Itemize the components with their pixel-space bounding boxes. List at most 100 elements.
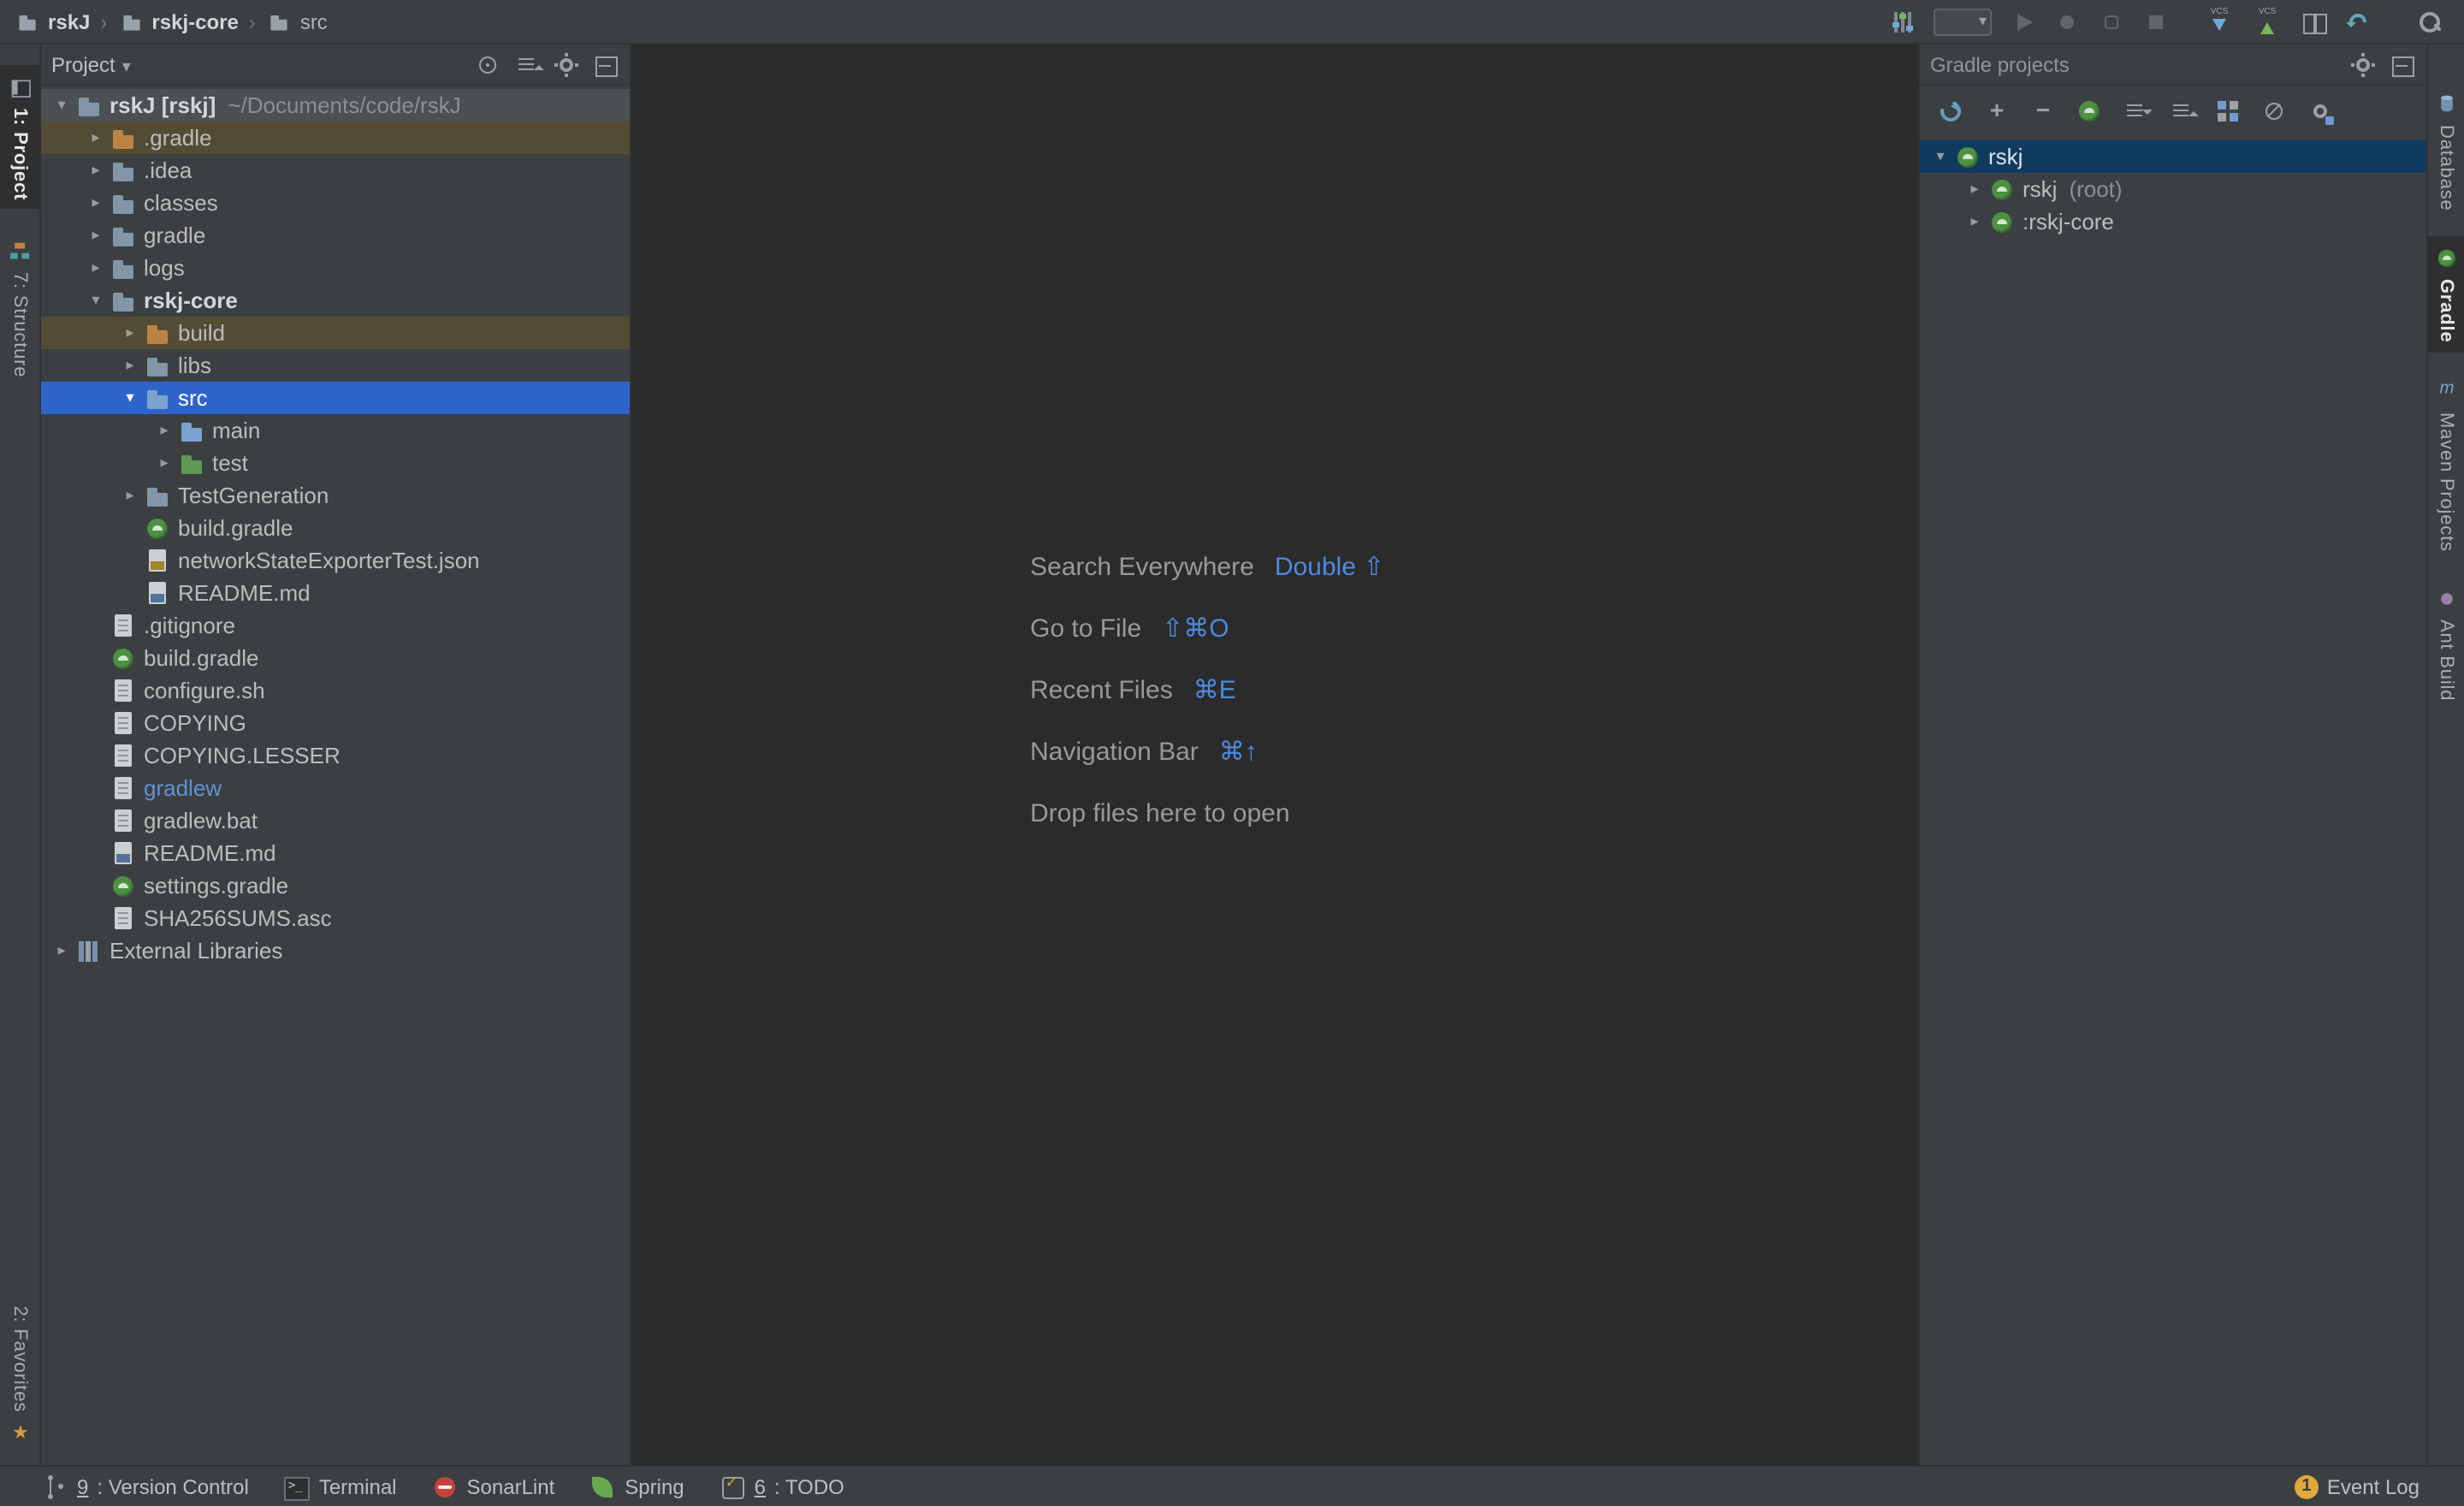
tree-item-label: libs [178,353,211,378]
add-icon[interactable] [1983,98,2011,125]
tree-expand-arrow-icon[interactable]: ▸ [1961,180,1988,199]
tree-row[interactable]: gradlew.bat [41,804,630,837]
run-config-dropdown[interactable] [1934,8,1992,35]
run-gradle-task-icon[interactable] [2076,98,2103,125]
gradle-settings-icon[interactable] [2307,98,2334,125]
tree-expand-arrow-icon[interactable]: ▸ [82,258,110,277]
tree-row[interactable]: ▸.idea [41,154,630,187]
tree-expand-arrow-icon[interactable]: ▸ [82,193,110,212]
project-toolwindow: Project ▾rskJ [rskj]~/Documents/code/rsk… [41,44,631,1465]
revert-icon[interactable] [2344,8,2372,35]
status-bar: 9: Version Control Terminal SonarLint Sprin… [0,1465,2464,1506]
tree-row[interactable]: networkStateExporterTest.json [41,544,630,577]
toolwindow-tab-favorites[interactable]: 2: Favorites [0,1296,39,1455]
tree-row[interactable]: README.md [41,837,630,869]
toolwindow-tab-maven-projects[interactable]: Maven Projects [2428,369,2464,560]
gear-icon[interactable] [2349,50,2377,78]
toolwindow-tab-label: Ant Build [2436,620,2456,701]
coverage-icon[interactable] [2098,8,2125,35]
tree-row[interactable]: ▸ libs [41,349,630,382]
hide-panel-icon[interactable] [592,50,619,78]
toolwindow-tab-gradle[interactable]: Gradle [2428,237,2464,353]
tree-row[interactable]: ▾rskj [1920,140,2426,173]
tree-item-label: build [178,320,225,346]
editor-shortcut-hints: Search EverywhereDouble ⇧Go to File⇧⌘ORe… [1030,551,1384,859]
gear-icon[interactable] [553,50,580,78]
tree-row[interactable]: ▸rskj(root) [1920,173,2426,205]
editor-area[interactable]: Search EverywhereDouble ⇧Go to File⇧⌘ORe… [631,44,1918,1465]
tree-expand-arrow-icon[interactable]: ▸ [1961,212,1988,231]
tree-row[interactable]: gradlew [41,772,630,804]
tree-row[interactable]: ▸logs [41,252,630,284]
search-icon[interactable] [2416,8,2443,35]
tree-expand-arrow-icon[interactable]: ▸ [116,323,144,342]
tree-row[interactable]: ▸test [41,447,630,479]
expand-all-icon[interactable] [2122,98,2149,125]
collapse-all-icon[interactable] [513,50,541,78]
tree-row[interactable]: ▸main [41,414,630,447]
tree-expand-arrow-icon[interactable]: ▾ [48,96,75,115]
tree-row[interactable]: ▸ build [41,317,630,349]
attach-icon[interactable] [2053,8,2081,35]
tree-expand-arrow-icon[interactable]: ▸ [116,356,144,375]
changes-icon[interactable] [2300,8,2327,35]
remove-icon[interactable] [2029,98,2057,125]
breadcrumb-item[interactable]: rskj-core [117,8,238,35]
tree-expand-arrow-icon[interactable]: ▾ [1927,147,1954,166]
tree-row[interactable]: .gitignore [41,609,630,642]
tree-expand-arrow-icon[interactable]: ▸ [82,226,110,245]
tree-expand-arrow-icon[interactable]: ▸ [82,128,110,147]
breadcrumb-item[interactable]: rskJ [14,8,90,35]
tree-row[interactable]: COPYING.LESSER [41,739,630,772]
toolwindow-tab-project[interactable]: 1: Project [0,65,39,209]
tree-row[interactable]: COPYING [41,707,630,739]
dependencies-icon[interactable] [2214,98,2242,125]
tree-row[interactable]: settings.gradle [41,869,630,902]
status-bar-item[interactable]: SonarLint [431,1473,555,1500]
toolwindow-tab-structure[interactable]: 7: Structure [0,229,39,386]
tree-row[interactable]: ▸gradle [41,219,630,252]
tree-expand-arrow-icon[interactable]: ▾ [116,388,144,407]
tree-row[interactable]: README.md [41,577,630,609]
run-icon[interactable] [2009,8,2036,35]
tree-expand-arrow-icon[interactable]: ▸ [48,941,75,960]
collapse-all-icon[interactable] [2168,98,2195,125]
status-bar-item[interactable]: 9: Version Control [41,1473,249,1500]
tree-row[interactable]: ▾rskJ [rskj]~/Documents/code/rskJ [41,89,630,122]
tree-row[interactable]: build.gradle [41,512,630,544]
toolwindow-tab-database[interactable]: Database [2428,82,2464,220]
folder-module [110,287,137,314]
tree-expand-arrow-icon[interactable]: ▸ [151,421,178,440]
vcs-update-icon[interactable] [2204,8,2235,35]
toolwindow-tab-ant-build[interactable]: Ant Build [2428,577,2464,709]
tree-expand-arrow-icon[interactable]: ▾ [82,291,110,310]
tree-expand-arrow-icon[interactable]: ▸ [82,161,110,180]
status-bar-item[interactable]: Spring [589,1473,684,1500]
tree-row[interactable]: ▾rskj-core [41,284,630,317]
tree-row[interactable]: ▸External Libraries [41,934,630,967]
status-bar-event-log[interactable]: 1Event Log [2295,1474,2420,1498]
status-bar-item[interactable]: Terminal [283,1473,397,1500]
vcs-commit-icon[interactable] [2252,8,2283,35]
left-stripe-bottom: 2: Favorites [0,1296,39,1465]
hide-panel-icon[interactable] [2389,50,2416,78]
tree-expand-arrow-icon[interactable]: ▸ [151,454,178,472]
tree-row[interactable]: configure.sh [41,674,630,707]
tree-row[interactable]: ▾src [41,382,630,414]
run-config-sliders-icon[interactable] [1889,8,1916,35]
tree-row[interactable]: ▸TestGeneration [41,479,630,512]
tree-row[interactable]: ▸:rskj-core [1920,205,2426,238]
tree-row[interactable]: ▸classes [41,187,630,219]
project-view-selector[interactable]: Project [51,52,131,76]
tree-row[interactable]: SHA256SUMS.asc [41,902,630,934]
breadcrumb-item[interactable]: src [266,8,328,35]
tree-row[interactable]: ▸.gradle [41,122,630,154]
refresh-icon[interactable] [1937,98,1964,125]
offline-mode-icon[interactable] [2260,98,2288,125]
stop-icon[interactable] [2142,8,2170,35]
gradle-file [110,644,137,672]
tree-expand-arrow-icon[interactable]: ▸ [116,486,144,505]
locate-icon[interactable] [474,50,501,78]
status-bar-item[interactable]: 6: TODO [719,1473,844,1500]
tree-row[interactable]: build.gradle [41,642,630,674]
